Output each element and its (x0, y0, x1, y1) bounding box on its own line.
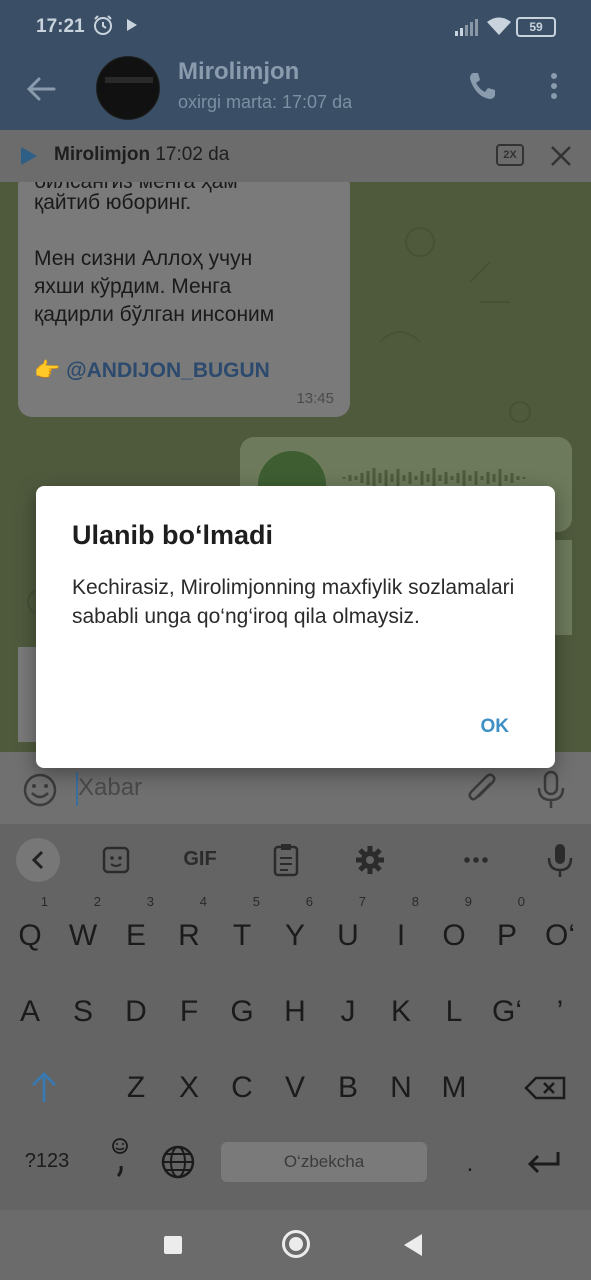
audio-player-bar[interactable]: Mirolimjon 17:02 da 2X (0, 130, 591, 182)
home-icon[interactable] (282, 1230, 310, 1258)
emoji-icon[interactable] (22, 772, 58, 808)
dialog-title: Ulanib bo‘lmadi (72, 520, 274, 550)
alert-dialog: Ulanib bo‘lmadi Kechirasiz, Mirolimjonni… (36, 486, 555, 768)
sticker-icon[interactable] (92, 840, 140, 880)
key-g-apostrophe[interactable]: G‘ (481, 982, 533, 1042)
channel-link-text[interactable]: @ANDIJON_BUGUN (66, 359, 270, 382)
key-h[interactable]: H (269, 982, 321, 1042)
phone-icon[interactable] (466, 70, 498, 102)
more-horizontal-icon[interactable] (452, 840, 500, 880)
status-bar: 17:21 59 (0, 0, 591, 56)
ok-button[interactable]: OK (481, 716, 510, 738)
key-f[interactable]: F (163, 982, 215, 1042)
dialog-message: Kechirasiz, Mirolimjonning maxfiylik soz… (72, 576, 515, 628)
playback-speed-button[interactable]: 2X (496, 144, 524, 166)
key-w[interactable]: W2 (57, 894, 109, 966)
key-k[interactable]: K (375, 982, 427, 1042)
recent-apps-icon[interactable] (164, 1236, 182, 1254)
space-key[interactable]: O‘zbekcha (221, 1142, 427, 1182)
key-d[interactable]: D (110, 982, 162, 1042)
globe-icon[interactable] (160, 1144, 196, 1180)
key-c[interactable]: C (216, 1058, 268, 1118)
key-u[interactable]: U7 (322, 894, 374, 966)
symbols-key[interactable]: ?123 (14, 1150, 80, 1173)
emoji-comma-key[interactable] (104, 1136, 136, 1180)
key-e[interactable]: E3 (110, 894, 162, 966)
key-j[interactable]: J (322, 982, 374, 1042)
player-name: Mirolimjon (54, 144, 151, 165)
key-v[interactable]: V (269, 1058, 321, 1118)
period-key[interactable]: . (452, 1150, 488, 1178)
message-input[interactable]: Xabar (78, 774, 142, 802)
enter-icon[interactable] (524, 1146, 562, 1178)
contact-avatar[interactable] (96, 56, 160, 120)
media-play-icon (127, 19, 137, 31)
contact-name[interactable]: Mirolimjon (178, 58, 299, 86)
pointing-hand-icon: 👉 (34, 359, 61, 382)
signal-icon (455, 19, 478, 36)
message-line: қайтиб юборинг. (34, 191, 192, 214)
shift-icon[interactable] (18, 1058, 70, 1118)
battery-indicator: 59 (516, 17, 556, 37)
key-i[interactable]: I8 (375, 894, 427, 966)
message-line: яхши кўрдим. Менга (34, 275, 232, 298)
message-line: Мен сизни Аллоҳ учун (34, 247, 253, 270)
key-z[interactable]: Z (110, 1058, 162, 1118)
gif-button[interactable]: GIF (176, 848, 224, 871)
player-time: 17:02 da (155, 144, 230, 165)
key-a[interactable]: A (4, 982, 56, 1042)
message-time: 13:45 (296, 390, 334, 407)
microphone-icon[interactable] (536, 770, 566, 810)
player-info: Mirolimjon 17:02 da (54, 144, 229, 166)
play-icon[interactable] (20, 146, 38, 166)
incoming-message[interactable]: билсангиз менга ҳам қайтиб юборинг. Мен … (18, 182, 350, 417)
wifi-icon (487, 17, 511, 35)
key-l[interactable]: L (428, 982, 480, 1042)
clipboard-icon[interactable] (262, 840, 310, 880)
channel-link[interactable]: 👉 @ANDIJON_BUGUN (34, 357, 270, 385)
chevron-left-icon (31, 850, 44, 870)
attach-icon[interactable] (466, 772, 498, 808)
key-m[interactable]: M (428, 1058, 480, 1118)
status-time: 17:21 (36, 16, 85, 37)
key-g[interactable]: G (216, 982, 268, 1042)
key-apostrophe[interactable]: ’ (534, 982, 586, 1042)
settings-gear-icon[interactable] (346, 840, 394, 880)
key-x[interactable]: X (163, 1058, 215, 1118)
key-n[interactable]: N (375, 1058, 427, 1118)
keyboard-collapse-button[interactable] (16, 838, 60, 882)
close-icon[interactable] (549, 144, 573, 168)
key-p[interactable]: P0 (481, 894, 533, 966)
key-o[interactable]: O9 (428, 894, 480, 966)
last-seen: oxirgi marta: 17:07 da (178, 92, 353, 112)
more-options-icon[interactable] (540, 70, 568, 102)
key-y[interactable]: Y6 (269, 894, 321, 966)
back-icon[interactable] (404, 1234, 422, 1256)
key-t[interactable]: T5 (216, 894, 268, 966)
chat-header: Mirolimjon oxirgi marta: 17:07 da (0, 56, 591, 130)
backspace-icon[interactable] (520, 1058, 570, 1118)
key-s[interactable]: S (57, 982, 109, 1042)
key-r[interactable]: R4 (163, 894, 215, 966)
back-arrow-icon[interactable] (24, 72, 58, 106)
alarm-icon (94, 15, 112, 35)
key-o-apostrophe[interactable]: O‘ (534, 906, 586, 966)
voice-input-icon[interactable] (536, 840, 584, 880)
key-q[interactable]: Q1 (4, 894, 56, 966)
system-nav-bar (0, 1210, 591, 1280)
key-b[interactable]: B (322, 1058, 374, 1118)
keyboard: GIF Q1 W2 E3 R4 T5 Y6 U7 I8 O9 P0 O‘ A S… (0, 824, 591, 1210)
message-line: қадирли бўлган инсоним (34, 303, 275, 326)
